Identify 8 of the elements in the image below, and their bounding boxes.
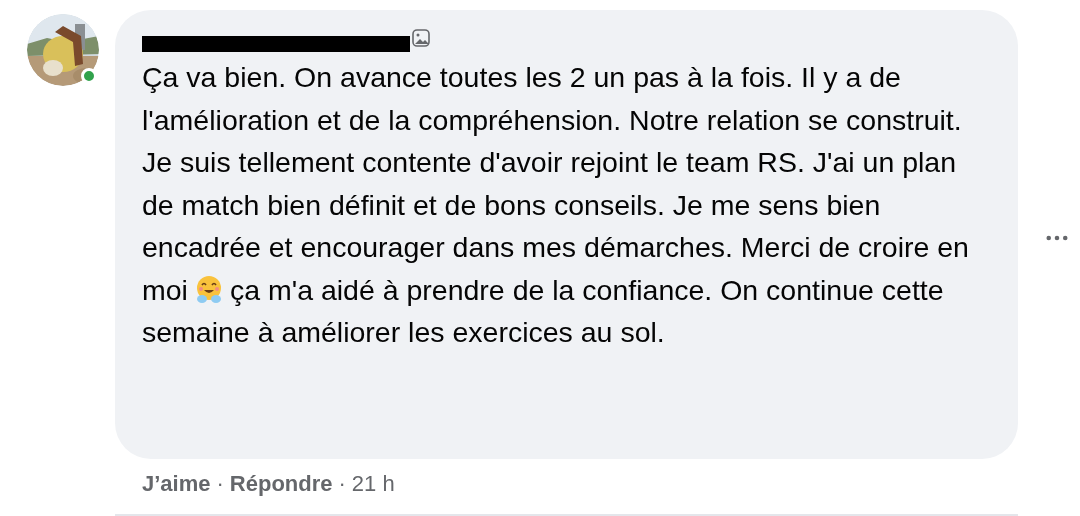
action-link[interactable]: Répondre xyxy=(229,467,333,500)
separator-dot: · xyxy=(216,470,224,498)
more-options-icon[interactable] xyxy=(1046,235,1068,241)
timestamp: 21 h xyxy=(351,470,395,498)
comment-text: Ça va bien. On avance toutes les 2 un pas à la fois. Il y a de l'amélioration et de la compréhension. Notre relation se construit. Je suis tellement contente d'avoir rejoint le team RS. J'ai un plan de match bien définit et de bons conseils. Je me sens bien encadrée et encourager dans mes démarches. Merci de croire en moi ça m'a aidé à prendre de la confiance. On continue cette semaine à améliorer les exercices au sol. xyxy=(142,60,970,350)
image-icon xyxy=(412,29,430,47)
separator-dot: · xyxy=(338,470,346,498)
action-link[interactable]: J’aime xyxy=(142,467,211,500)
